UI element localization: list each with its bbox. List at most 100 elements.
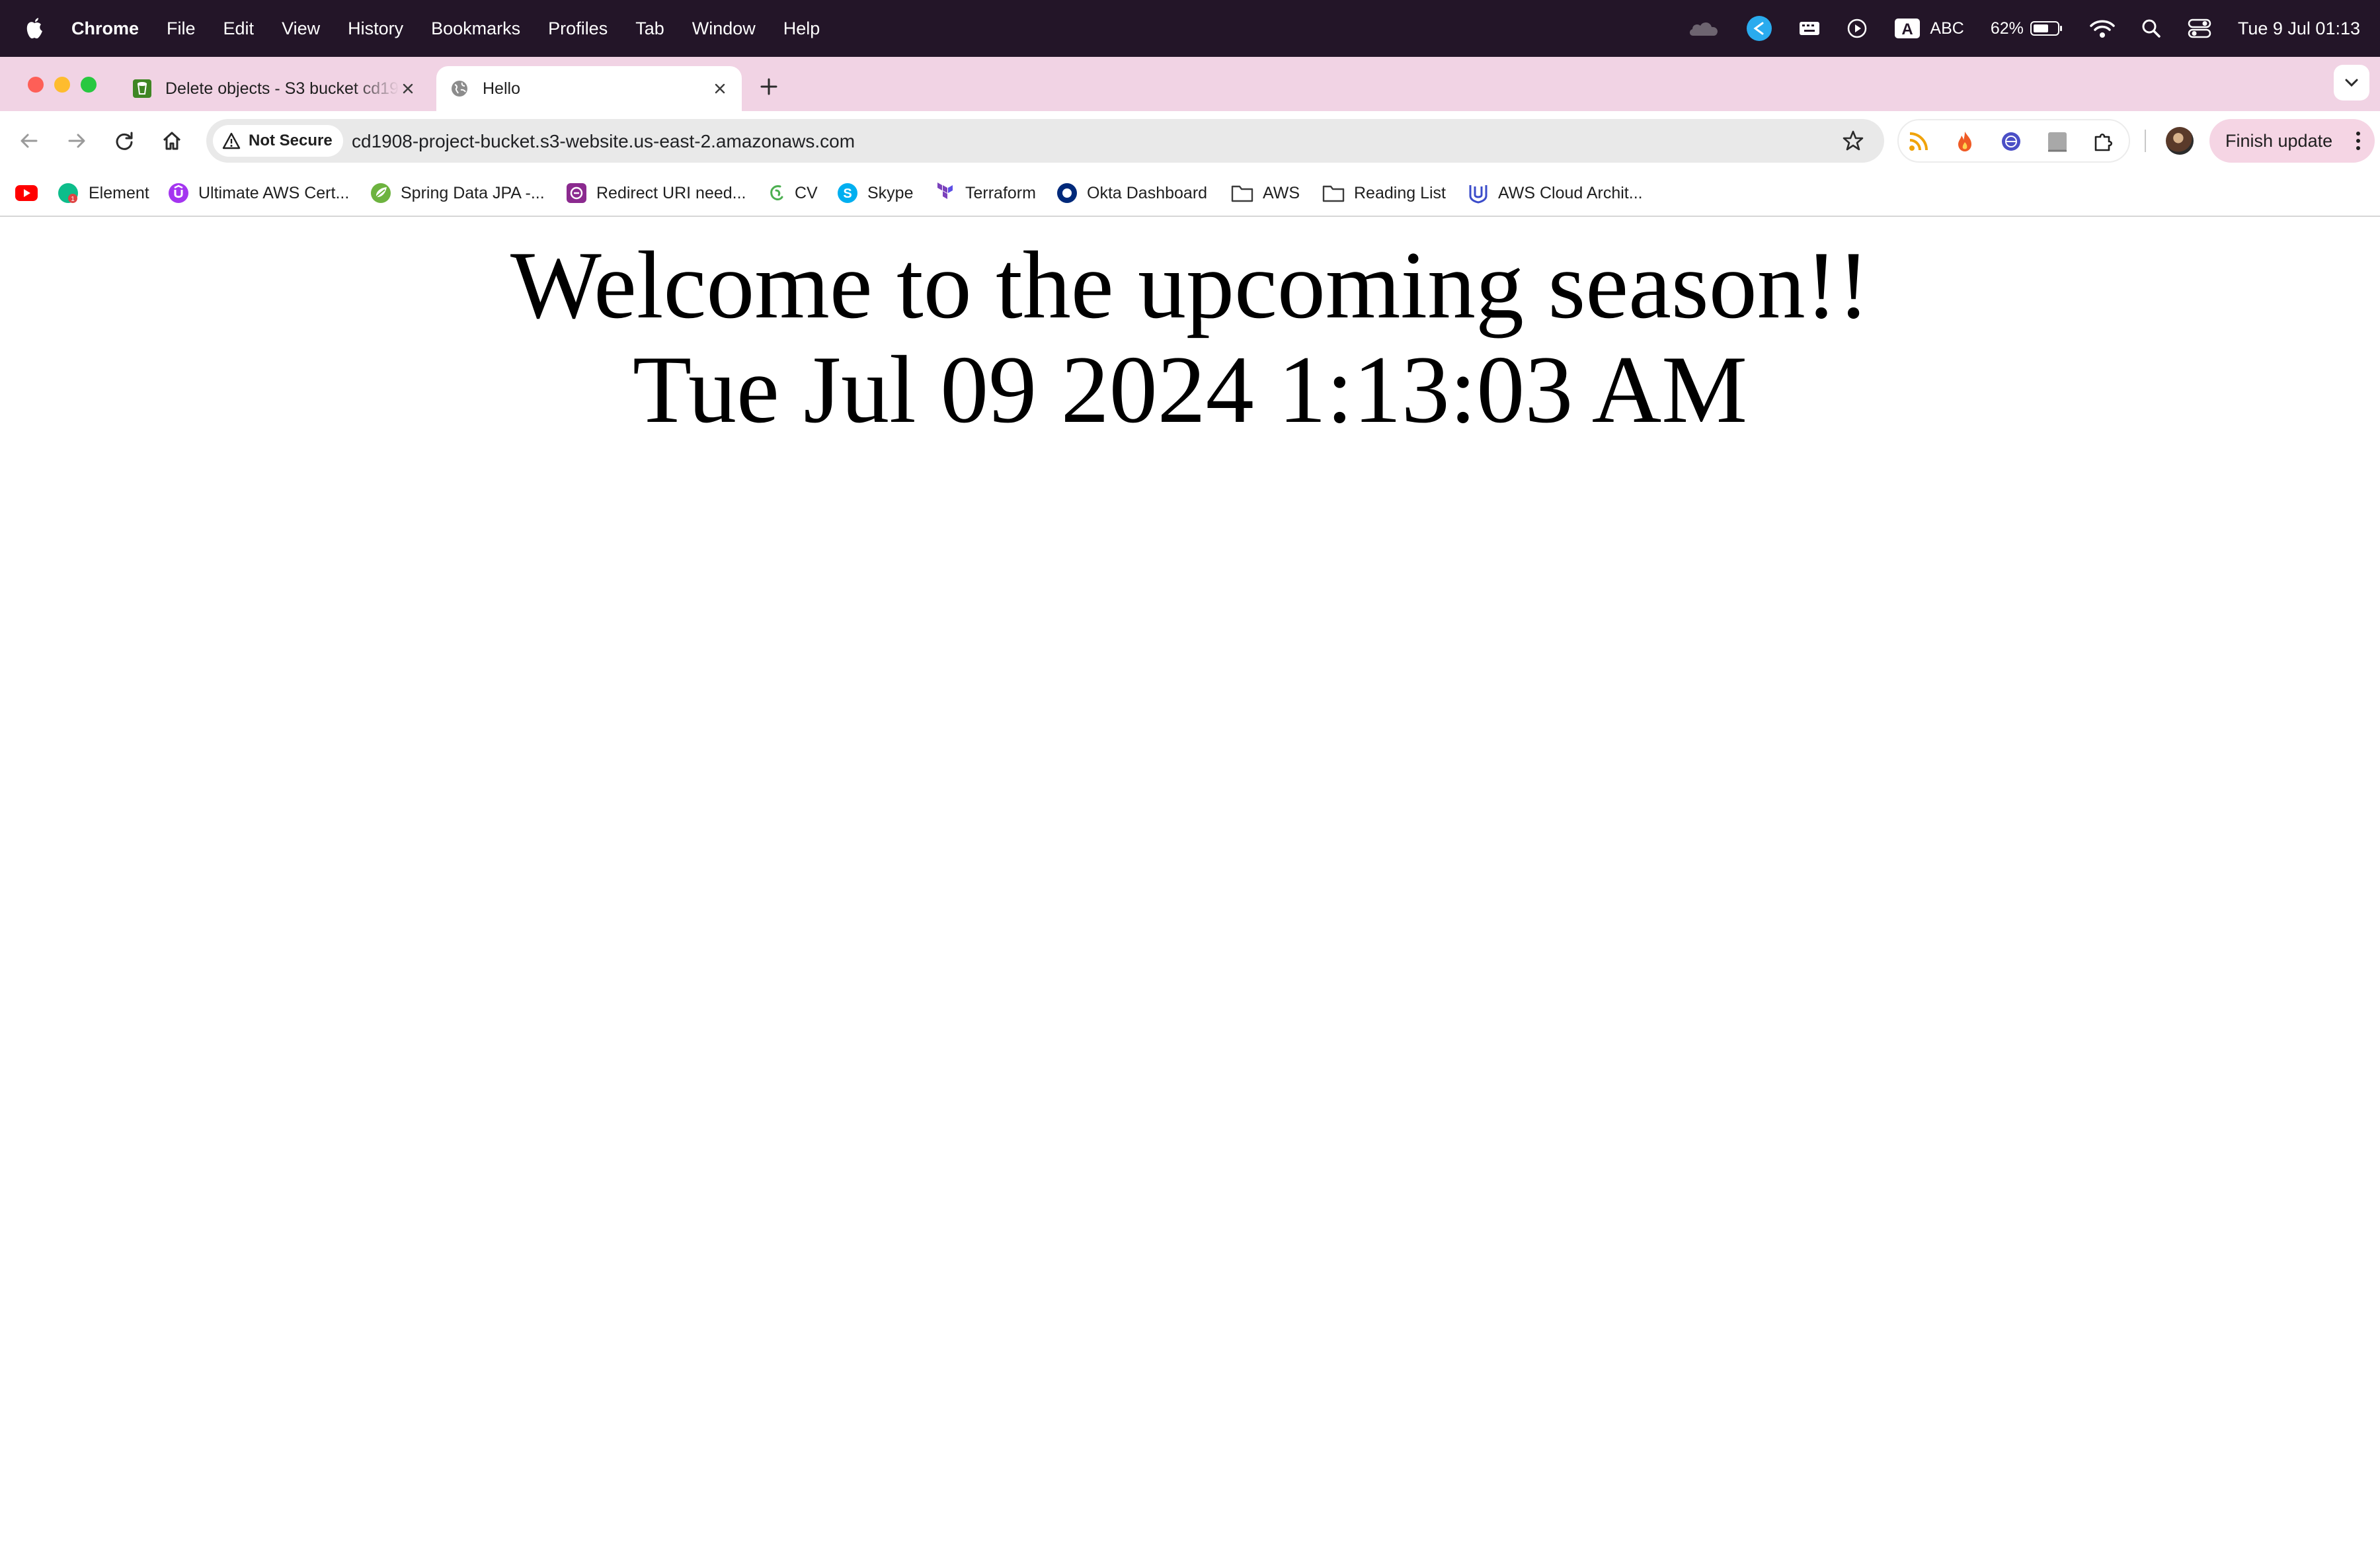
menu-history[interactable]: History [348, 19, 403, 39]
bookmark-label: Terraform [965, 183, 1036, 202]
youtube-icon [15, 185, 38, 201]
input-source-label: ABC [1930, 19, 1964, 38]
tab-close-icon[interactable] [711, 80, 729, 97]
bookmark-youtube[interactable] [15, 171, 38, 216]
address-bar[interactable]: Not Secure cd1908-project-bucket.s3-webs… [206, 119, 1884, 163]
menu-app-chrome[interactable]: Chrome [71, 19, 139, 39]
page-icon [567, 183, 586, 203]
fire-extension-icon[interactable] [1953, 130, 1977, 153]
control-center-icon[interactable] [2188, 19, 2211, 38]
battery-percent: 62% [1990, 19, 2024, 38]
menubar-clock[interactable]: Tue 9 Jul 01:13 [2238, 19, 2360, 39]
spring-icon [371, 183, 391, 203]
bookmark-okta[interactable]: Okta Dashboard [1056, 171, 1207, 216]
arrow-left-icon [20, 134, 38, 148]
extensions-group [1897, 119, 2130, 163]
browser-toolbar: Not Secure cd1908-project-bucket.s3-webs… [0, 111, 2380, 171]
chevron-down-icon [2345, 79, 2358, 87]
forward-button[interactable] [63, 128, 90, 154]
menu-profiles[interactable]: Profiles [548, 19, 608, 39]
menu-help[interactable]: Help [783, 19, 820, 39]
reload-button[interactable] [111, 128, 138, 154]
back-button[interactable] [16, 128, 42, 154]
input-source[interactable]: A ABC [1894, 18, 1964, 39]
udacity-icon [1469, 185, 1488, 204]
menu-file[interactable]: File [167, 19, 196, 39]
folder-icon [1322, 185, 1345, 202]
bookmark-label: AWS Cloud Archit... [1498, 183, 1643, 202]
skype-icon: S [838, 183, 857, 203]
more-menu-icon[interactable] [2355, 130, 2361, 151]
keyboard-icon[interactable] [1799, 20, 1820, 37]
security-label: Not Secure [249, 132, 333, 149]
bookmark-element[interactable]: 1 Element [57, 171, 149, 216]
menu-tab[interactable]: Tab [635, 19, 664, 39]
security-indicator[interactable]: Not Secure [213, 125, 343, 157]
rss-extension-icon[interactable] [1907, 130, 1930, 153]
cloud-icon[interactable] [1688, 20, 1720, 37]
bookmark-spring-data[interactable]: Spring Data JPA -... [370, 171, 545, 216]
tab-hello[interactable]: Hello [436, 66, 742, 111]
bookmark-label: AWS [1263, 183, 1300, 202]
new-tab-button[interactable] [758, 75, 780, 98]
play-icon[interactable] [1846, 18, 1868, 39]
bookmark-label: CV [795, 183, 818, 202]
menu-edit[interactable]: Edit [223, 19, 255, 39]
extensions-puzzle-icon[interactable] [2092, 130, 2116, 153]
apple-menu-icon[interactable] [25, 17, 45, 40]
reload-icon [116, 132, 133, 150]
spotlight-search-icon[interactable] [2141, 19, 2161, 38]
bookmark-folder-reading-list[interactable]: Reading List [1322, 171, 1446, 216]
bookmark-folder-aws[interactable]: AWS [1231, 171, 1300, 216]
finish-update-label: Finish update [2225, 130, 2333, 151]
bookmarks-bar: 1 Element Ultimate AWS Cert... Spring Da… [0, 171, 2380, 217]
window-minimize-button[interactable] [54, 77, 70, 93]
bookmark-label: Okta Dashboard [1087, 183, 1208, 202]
window-zoom-button[interactable] [81, 77, 97, 93]
bookmark-skype[interactable]: S Skype [837, 171, 913, 216]
macos-menu-bar: Chrome File Edit View History Bookmarks … [0, 0, 2380, 57]
svg-text:A: A [1902, 20, 1913, 38]
terraform-icon [937, 183, 953, 199]
menu-view[interactable]: View [282, 19, 320, 39]
tab-title: Delete objects - S3 bucket cd1908 [165, 79, 399, 98]
menu-window[interactable]: Window [692, 19, 756, 39]
folder-icon [1231, 185, 1253, 202]
tab-strip: Delete objects - S3 bucket cd1908 Hello [0, 57, 2380, 111]
bookmark-cv[interactable]: CV [767, 171, 818, 216]
bookmark-redirect-uri[interactable]: Redirect URI need... [566, 171, 746, 216]
page-viewport: Welcome to the upcoming season!! Tue Jul… [0, 217, 2380, 1546]
home-button[interactable] [159, 128, 185, 154]
telegram-icon[interactable] [1746, 15, 1772, 42]
tab-close-icon[interactable] [399, 80, 416, 97]
bookmark-ultimate-aws[interactable]: Ultimate AWS Cert... [168, 171, 349, 216]
bookmark-label: Spring Data JPA -... [401, 183, 545, 202]
wifi-icon[interactable] [2090, 19, 2115, 38]
bookmark-star-icon[interactable] [1842, 130, 1864, 152]
svg-text:1: 1 [71, 196, 75, 203]
page-datetime: Tue Jul 09 2024 1:13:03 AM [632, 336, 1748, 443]
bookmark-label: Element [89, 183, 149, 202]
tab-delete-objects[interactable]: Delete objects - S3 bucket cd1908 [119, 66, 430, 111]
window-close-button[interactable] [28, 77, 44, 93]
url-text[interactable]: cd1908-project-bucket.s3-website.us-east… [352, 131, 855, 152]
vpn-extension-icon[interactable] [1999, 130, 2023, 153]
okta-icon [1057, 183, 1077, 203]
battery-status[interactable]: 62% [1991, 19, 2063, 38]
menu-bookmarks[interactable]: Bookmarks [431, 19, 520, 39]
home-icon [163, 132, 181, 150]
profile-avatar[interactable] [2166, 127, 2194, 155]
globe-icon [452, 81, 467, 97]
bookmark-aws-cloud-architect[interactable]: AWS Cloud Archit... [1468, 171, 1643, 216]
bookmark-terraform[interactable]: Terraform [935, 171, 1036, 216]
tab-title: Hello [483, 79, 520, 98]
page-hero: Welcome to the upcoming season!! Tue Jul… [0, 233, 2380, 442]
svg-text:S: S [843, 186, 852, 201]
tab-search-button[interactable] [2334, 65, 2369, 101]
arrow-right-icon [68, 134, 85, 148]
cv-icon [770, 185, 783, 200]
finish-update-button[interactable]: Finish update [2209, 119, 2375, 163]
bookmark-label: Redirect URI need... [596, 183, 746, 202]
gray-extension-icon[interactable] [2045, 130, 2069, 153]
input-a-icon: A [1895, 19, 1921, 38]
